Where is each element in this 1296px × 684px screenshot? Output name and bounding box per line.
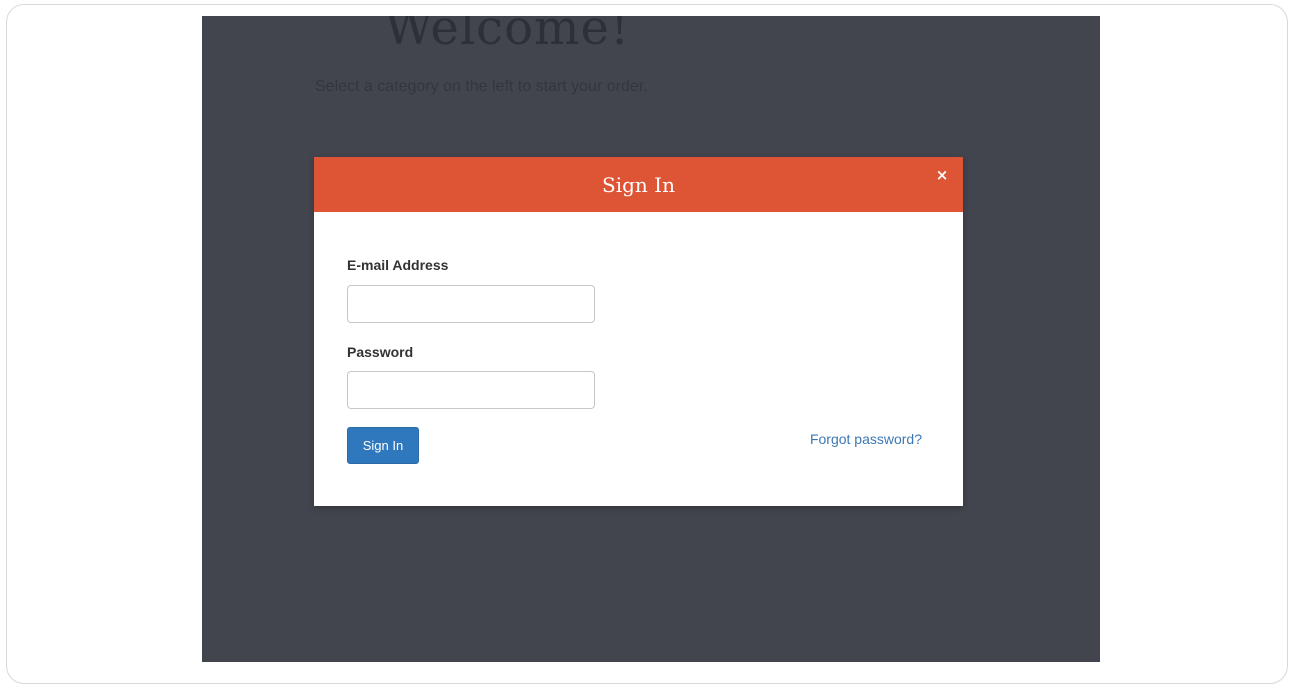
close-icon[interactable]: × — [933, 166, 951, 184]
modal-body: E-mail Address Password Sign In Forgot p… — [347, 212, 922, 506]
forgot-password-link[interactable]: Forgot password? — [810, 431, 922, 447]
page-subtitle: Select a category on the left to start y… — [315, 78, 648, 95]
email-field[interactable] — [347, 285, 595, 323]
password-field[interactable] — [347, 371, 595, 409]
app-screen: Welcome! Select a category on the left t… — [202, 16, 1100, 662]
modal-header: Sign In × — [314, 157, 963, 212]
sign-in-button[interactable]: Sign In — [347, 427, 419, 464]
sign-in-modal: Sign In × E-mail Address Password Sign I… — [314, 157, 963, 506]
email-label: E-mail Address — [347, 257, 449, 273]
password-label: Password — [347, 344, 414, 360]
page-title: Welcome! — [384, 16, 631, 56]
modal-title: Sign In — [602, 173, 675, 197]
